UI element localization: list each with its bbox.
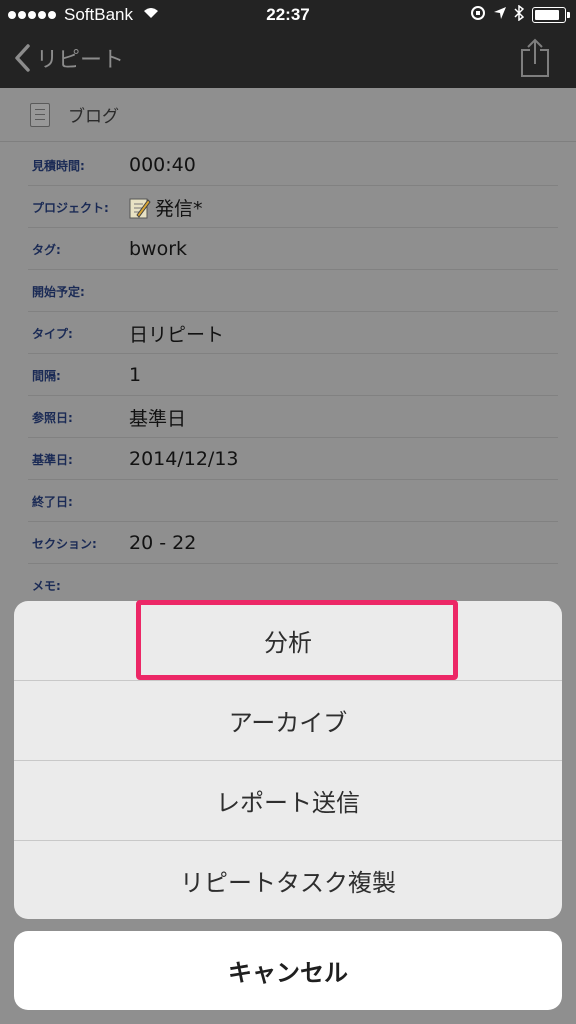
field-section[interactable]: セクション: 20 - 22 [0, 522, 576, 564]
field-label: タイプ: [32, 326, 73, 341]
field-value: 1 [129, 364, 142, 386]
duplicate-repeat-task-button[interactable]: リピートタスク複製 [14, 840, 562, 919]
field-base-date[interactable]: 基準日: 2014/12/13 [0, 438, 576, 480]
field-value: bwork [129, 238, 188, 260]
field-end-date[interactable]: 終了日: [0, 480, 576, 522]
cancel-button[interactable]: キャンセル [14, 931, 562, 1010]
location-icon [494, 7, 506, 23]
back-label: リピート [36, 48, 125, 73]
field-scheduled-start[interactable]: 開始予定: [0, 270, 576, 312]
back-button[interactable]: リピート [14, 42, 124, 74]
field-value-wrap: 発信* [129, 194, 203, 221]
field-label: タグ: [32, 242, 61, 257]
share-icon[interactable] [520, 38, 550, 82]
field-value: 日リピート [129, 323, 225, 346]
project-name: 発信* [155, 197, 203, 220]
archive-button[interactable]: アーカイブ [14, 680, 562, 759]
bluetooth-icon [514, 4, 525, 25]
task-title-row[interactable]: ブログ [0, 88, 576, 142]
field-label: 見積時間: [32, 158, 85, 173]
field-type[interactable]: タイプ: 日リピート [0, 312, 576, 354]
rotation-lock-icon [470, 5, 486, 25]
field-interval[interactable]: 間隔: 1 [0, 354, 576, 396]
field-tag[interactable]: タグ: bwork [0, 228, 576, 270]
send-report-button[interactable]: レポート送信 [14, 760, 562, 839]
task-title: ブログ [68, 107, 119, 127]
field-value: 基準日 [129, 407, 187, 430]
field-label: 開始予定: [32, 284, 85, 299]
highlight-annotation [136, 600, 458, 680]
field-project[interactable]: プロジェクト: 発信* [0, 186, 576, 228]
field-estimate[interactable]: 見積時間: 000:40 [0, 144, 576, 186]
field-label: 間隔: [32, 368, 61, 383]
field-label: セクション: [32, 536, 97, 551]
field-label: 参照日: [32, 410, 73, 425]
field-label: メモ: [32, 578, 61, 593]
field-reference-date[interactable]: 参照日: 基準日 [0, 396, 576, 438]
field-label: プロジェクト: [32, 200, 109, 215]
field-value: 000:40 [129, 154, 196, 176]
field-value: 2014/12/13 [129, 448, 239, 470]
pencil-note-icon [129, 198, 151, 218]
field-label: 基準日: [32, 452, 73, 467]
field-label: 終了日: [32, 494, 73, 509]
status-bar: SoftBank 22:37 [0, 0, 576, 30]
navigation-bar: リピート [0, 30, 576, 88]
document-list-icon [30, 102, 50, 127]
chevron-left-icon [15, 44, 30, 72]
battery-icon [532, 7, 570, 23]
field-value: 20 - 22 [129, 532, 197, 554]
